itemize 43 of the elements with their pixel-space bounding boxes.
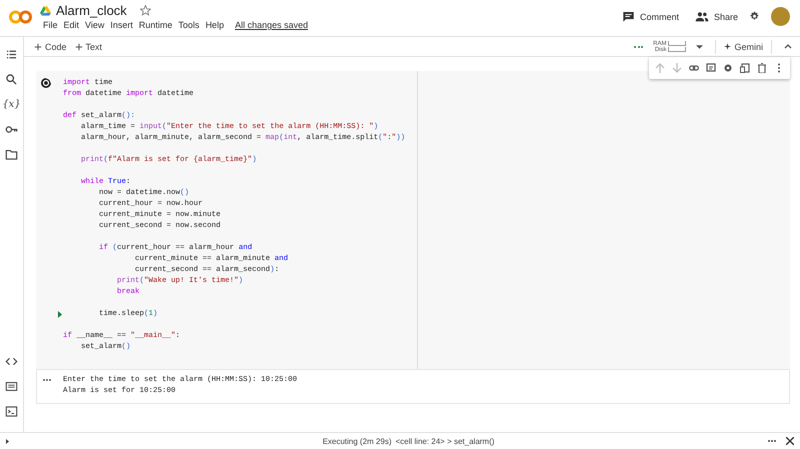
trash-icon[interactable] (757, 63, 767, 73)
add-cell-button[interactable]: Text (70, 40, 106, 54)
logo-icon[interactable] (9, 9, 32, 25)
menu-item[interactable]: Insert (107, 19, 136, 31)
execution-trace[interactable]: <cell line: 24> > set_alarm() (395, 436, 494, 446)
menu-item[interactable]: Help (202, 19, 227, 31)
search-icon[interactable] (5, 73, 18, 86)
variables-icon[interactable]: {x} (2, 98, 21, 111)
terminal-icon[interactable] (5, 405, 18, 418)
disk-meter-icon (668, 47, 686, 52)
plus-icon (34, 42, 42, 50)
expand-icon[interactable] (6, 438, 9, 444)
avatar[interactable] (771, 7, 790, 26)
people-icon (694, 10, 709, 23)
folder-icon[interactable] (5, 148, 18, 161)
comment-icon (622, 10, 635, 23)
menu-item[interactable]: Tools (175, 19, 202, 31)
close-icon[interactable] (786, 437, 794, 445)
mirror-icon[interactable] (740, 63, 750, 73)
menu-item[interactable]: Runtime (136, 19, 176, 31)
drive-icon (40, 6, 51, 16)
link-icon[interactable] (689, 63, 699, 73)
ram-meter-icon (668, 41, 686, 46)
running-cell-icon[interactable] (40, 77, 52, 89)
notebook-title[interactable]: Alarm_clock (56, 3, 127, 18)
menu-item[interactable]: Edit (60, 19, 82, 31)
menu-item[interactable]: View (82, 19, 108, 31)
menu-item[interactable]: File (40, 19, 61, 31)
add-cell-button[interactable]: Code (30, 40, 71, 54)
plus-icon (74, 42, 83, 50)
panel-icon[interactable] (5, 380, 18, 393)
save-status-link[interactable]: All changes saved (232, 19, 311, 31)
gemini-button[interactable]: Gemini (720, 40, 767, 54)
sparkle-icon (724, 43, 732, 50)
execution-status: Executing (2m 29s) (322, 436, 392, 446)
list-icon[interactable] (5, 48, 18, 61)
comment-icon[interactable] (706, 63, 716, 73)
code-icon[interactable] (5, 355, 18, 368)
share-button[interactable]: Share (688, 7, 744, 26)
comment-button[interactable]: Comment (616, 7, 685, 26)
collapse-icon[interactable] (784, 44, 792, 49)
star-icon[interactable] (140, 5, 151, 16)
dropdown-icon[interactable] (696, 44, 704, 48)
